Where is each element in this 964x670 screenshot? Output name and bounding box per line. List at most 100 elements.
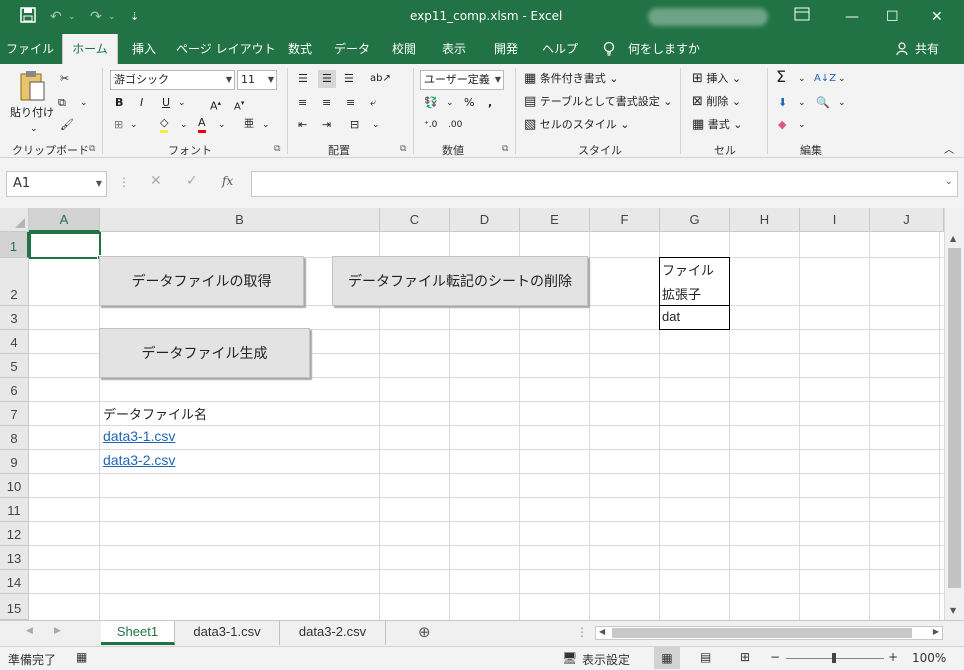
find-select-dropdown-icon[interactable]: ⌄	[838, 94, 846, 112]
horizontal-scrollbar[interactable]: ◀ ▶	[595, 626, 943, 640]
cell-b9-link[interactable]: data3-2.csv	[103, 452, 175, 468]
clear-icon[interactable]: ◆	[778, 116, 786, 134]
column-header-a[interactable]: A	[29, 208, 100, 232]
worksheet-grid[interactable]: A B C D E F G H I J 1 2 3 4 5 6 7 8 9 10…	[0, 208, 944, 620]
autosum-icon[interactable]: Σ	[776, 68, 786, 86]
row-header-10[interactable]: 10	[0, 474, 29, 498]
format-as-table-button[interactable]: ▤ テーブルとして書式設定 ⌄	[524, 93, 673, 111]
tab-help[interactable]: ヘルプ	[540, 34, 580, 64]
select-all-corner[interactable]	[0, 208, 29, 232]
row-header-6[interactable]: 6	[0, 378, 29, 402]
active-cell-a1[interactable]	[29, 232, 101, 259]
bold-icon[interactable]: B	[115, 94, 123, 112]
align-right-icon[interactable]: ≡	[346, 94, 355, 112]
get-data-file-button[interactable]: データファイルの取得	[99, 256, 304, 306]
row-header-11[interactable]: 11	[0, 498, 29, 522]
fill-color-dropdown-icon[interactable]: ⌄	[180, 116, 188, 134]
undo-icon[interactable]: ↶	[50, 7, 62, 27]
hscroll-right-icon[interactable]: ▶	[933, 627, 939, 636]
format-cells-button[interactable]: ▦ 書式 ⌄	[692, 116, 743, 134]
column-header-c[interactable]: C	[380, 208, 450, 232]
align-left-icon[interactable]: ≡	[298, 94, 307, 112]
zoom-level[interactable]: 100%	[912, 651, 946, 665]
macro-record-icon[interactable]: ▦	[76, 650, 87, 664]
row-header-1[interactable]: 1	[0, 232, 29, 258]
hscroll-left-icon[interactable]: ◀	[599, 627, 605, 636]
align-center-icon[interactable]: ≡	[322, 94, 331, 112]
tab-file[interactable]: ファイル	[6, 34, 54, 64]
page-layout-view-icon[interactable]: ▤	[700, 650, 711, 664]
undo-dropdown-icon[interactable]: ⌄	[68, 7, 76, 27]
tab-data[interactable]: データ	[330, 34, 374, 64]
tab-developer[interactable]: 開発	[488, 34, 524, 64]
share-button[interactable]: 共有	[912, 34, 942, 64]
scroll-tabs-left-icon[interactable]: ◀	[26, 626, 33, 636]
font-color-icon[interactable]: A	[198, 116, 206, 133]
increase-decimal-icon[interactable]: ⁺.0	[424, 116, 437, 134]
close-button[interactable]: ✕	[931, 7, 943, 27]
font-size-combo[interactable]: 11 ▼	[237, 70, 277, 90]
tab-insert[interactable]: 挿入	[124, 34, 164, 64]
cell-b8-link[interactable]: data3-1.csv	[103, 428, 175, 444]
redo-icon[interactable]: ↷	[90, 7, 102, 27]
save-icon[interactable]	[20, 7, 36, 29]
accounting-dropdown-icon[interactable]: ⌄	[446, 94, 454, 112]
clear-dropdown-icon[interactable]: ⌄	[798, 116, 806, 134]
enter-icon[interactable]: ✓	[186, 173, 198, 189]
tab-review[interactable]: 校閲	[386, 34, 422, 64]
sheet-tab-sheet1[interactable]: Sheet1	[101, 621, 175, 645]
display-settings-button[interactable]: 表示設定	[582, 651, 630, 668]
copy-dropdown-icon[interactable]: ⌄	[80, 94, 88, 112]
zoom-in-button[interactable]: +	[888, 650, 898, 664]
row-header-2[interactable]: 2	[0, 258, 29, 306]
underline-icon[interactable]: U	[162, 94, 170, 112]
wrap-text-icon[interactable]: ⤶	[370, 94, 376, 112]
row-header-8[interactable]: 8	[0, 426, 29, 450]
scroll-down-icon[interactable]: ▼	[950, 606, 956, 615]
cell-g3[interactable]: dat	[659, 305, 730, 330]
italic-icon[interactable]: I	[140, 94, 143, 112]
zoom-slider-thumb[interactable]	[832, 653, 836, 663]
formula-input[interactable]: ⌄	[251, 171, 958, 197]
merge-center-icon[interactable]: ⊟	[350, 116, 359, 134]
column-header-e[interactable]: E	[520, 208, 590, 232]
tell-me-search[interactable]: 何をしますか	[628, 34, 700, 64]
normal-view-icon[interactable]: ▦	[654, 647, 680, 669]
delete-sheets-button[interactable]: データファイル転記のシートの削除	[332, 256, 588, 306]
row-header-9[interactable]: 9	[0, 450, 29, 474]
cut-icon[interactable]: ✂	[60, 70, 69, 88]
decrease-indent-icon[interactable]: ⇤	[298, 116, 307, 134]
customize-toolbar-icon[interactable]: ⇣	[130, 7, 139, 27]
accounting-format-icon[interactable]: 💱	[424, 94, 438, 112]
align-middle-icon[interactable]: ☰	[318, 70, 336, 88]
row-header-15[interactable]: 15	[0, 594, 29, 620]
align-top-icon[interactable]: ☰	[298, 70, 308, 88]
name-box[interactable]: A1 ▼	[6, 171, 107, 197]
name-box-dropdown-icon[interactable]: ▼	[96, 172, 102, 196]
page-break-view-icon[interactable]: ⊞	[740, 650, 750, 664]
insert-function-icon[interactable]: fx	[222, 174, 233, 188]
vertical-scrollbar[interactable]: ▲ ▼	[944, 208, 964, 620]
tab-page-layout[interactable]: ページ レイアウト	[176, 34, 276, 64]
underline-dropdown-icon[interactable]: ⌄	[178, 94, 186, 112]
number-format-combo[interactable]: ユーザー定義 ▼	[420, 70, 504, 90]
border-icon[interactable]: ⊞	[114, 116, 123, 134]
percent-icon[interactable]: %	[464, 94, 474, 112]
column-header-b[interactable]: B	[100, 208, 380, 232]
decrease-font-icon[interactable]: A▾	[234, 94, 244, 116]
fill-icon[interactable]: ⬇	[778, 94, 787, 112]
vertical-scroll-thumb[interactable]	[948, 248, 961, 588]
ribbon-display-icon[interactable]	[794, 7, 810, 27]
number-launcher-icon[interactable]: ⧉	[502, 144, 508, 154]
format-painter-icon[interactable]: 🖌	[60, 116, 74, 134]
restore-button[interactable]: ☐	[886, 7, 899, 27]
tab-home[interactable]: ホーム	[62, 34, 118, 64]
sort-filter-dropdown-icon[interactable]: ⌄	[838, 70, 846, 88]
increase-indent-icon[interactable]: ⇥	[322, 116, 331, 134]
scroll-up-icon[interactable]: ▲	[950, 234, 956, 243]
sheet-tab-data3-1[interactable]: data3-1.csv	[175, 621, 280, 645]
cell-styles-button[interactable]: ▧ セルのスタイル ⌄	[524, 116, 630, 134]
zoom-out-button[interactable]: −	[770, 650, 780, 664]
comma-style-icon[interactable]: ,	[488, 94, 492, 112]
orientation-icon[interactable]: ab↗	[370, 70, 391, 88]
